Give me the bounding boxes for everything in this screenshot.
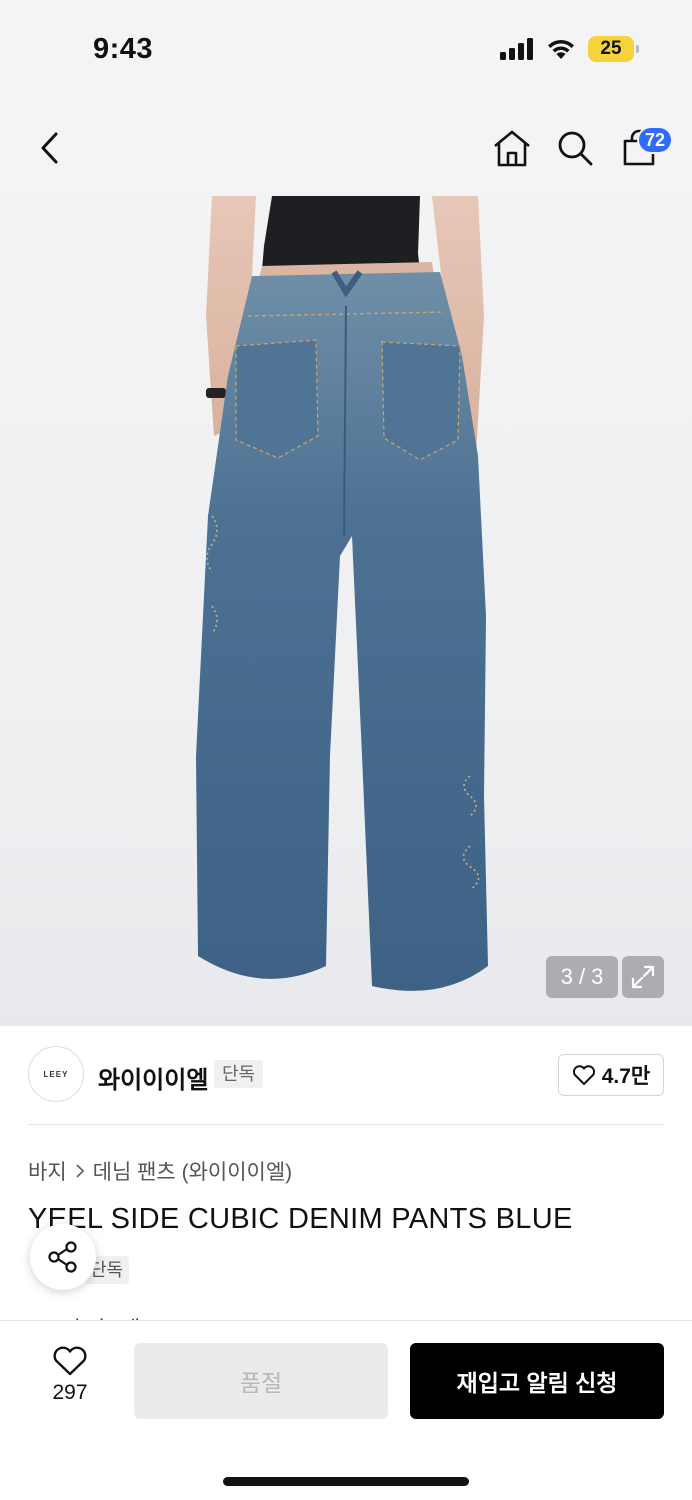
wifi-icon xyxy=(548,39,574,59)
expand-image-button[interactable] xyxy=(622,956,664,998)
sold-out-button: 품절 xyxy=(134,1343,388,1419)
brand-name[interactable]: 와이이이엘 xyxy=(98,1060,208,1095)
restock-alert-button[interactable]: 재입고 알림 신청 xyxy=(410,1343,664,1419)
back-button[interactable] xyxy=(26,124,74,172)
status-time: 9:43 xyxy=(93,33,154,65)
brand-row: LEEY 와이이이엘 단독 4.7만 xyxy=(28,1046,664,1104)
signal-icon xyxy=(500,38,533,60)
heart-icon xyxy=(53,1346,87,1376)
product-photo xyxy=(196,196,488,991)
product-title: YEEL SIDE CUBIC DENIM PANTS BLUE xyxy=(28,1203,573,1235)
chevron-right-icon xyxy=(76,1164,84,1178)
battery-level: 25 xyxy=(600,38,622,59)
brand-like-count: 4.7만 xyxy=(601,1065,651,1088)
breadcrumb-category[interactable]: 바지 xyxy=(28,1156,67,1186)
share-button[interactable] xyxy=(30,1224,96,1290)
image-counter: 3 / 3 xyxy=(546,956,618,998)
status-icons: 25 xyxy=(500,36,639,62)
bottom-action-bar: 297 품절 재입고 알림 신청 xyxy=(0,1320,692,1500)
brand-logo[interactable]: LEEY xyxy=(28,1046,84,1102)
expand-icon xyxy=(631,965,655,989)
wishlist-button[interactable]: 297 xyxy=(40,1345,100,1405)
top-nav-bar xyxy=(0,100,692,196)
cart-count-badge: 72 xyxy=(637,126,674,154)
search-icon xyxy=(558,131,593,166)
search-button[interactable] xyxy=(551,124,599,172)
status-bar: 9:43 25 xyxy=(0,0,692,100)
brand-like-button[interactable]: 4.7만 xyxy=(558,1054,664,1096)
brand-exclusive-badge: 단독 xyxy=(214,1060,264,1088)
category-breadcrumb: 바지 데님 팬츠 (와이이이엘) xyxy=(28,1156,292,1186)
back-icon xyxy=(41,132,58,164)
breadcrumb-subcategory[interactable]: 데님 팬츠 (와이이이엘) xyxy=(93,1156,293,1186)
home-icon xyxy=(494,130,530,167)
home-indicator xyxy=(223,1477,469,1486)
battery-icon: 25 xyxy=(588,36,639,62)
heart-icon xyxy=(572,1065,595,1085)
product-image-gallery[interactable] xyxy=(0,196,692,1026)
home-button[interactable] xyxy=(488,124,536,172)
wishlist-count: 297 xyxy=(52,1381,88,1404)
share-icon xyxy=(48,1241,77,1273)
section-divider xyxy=(28,1124,664,1125)
